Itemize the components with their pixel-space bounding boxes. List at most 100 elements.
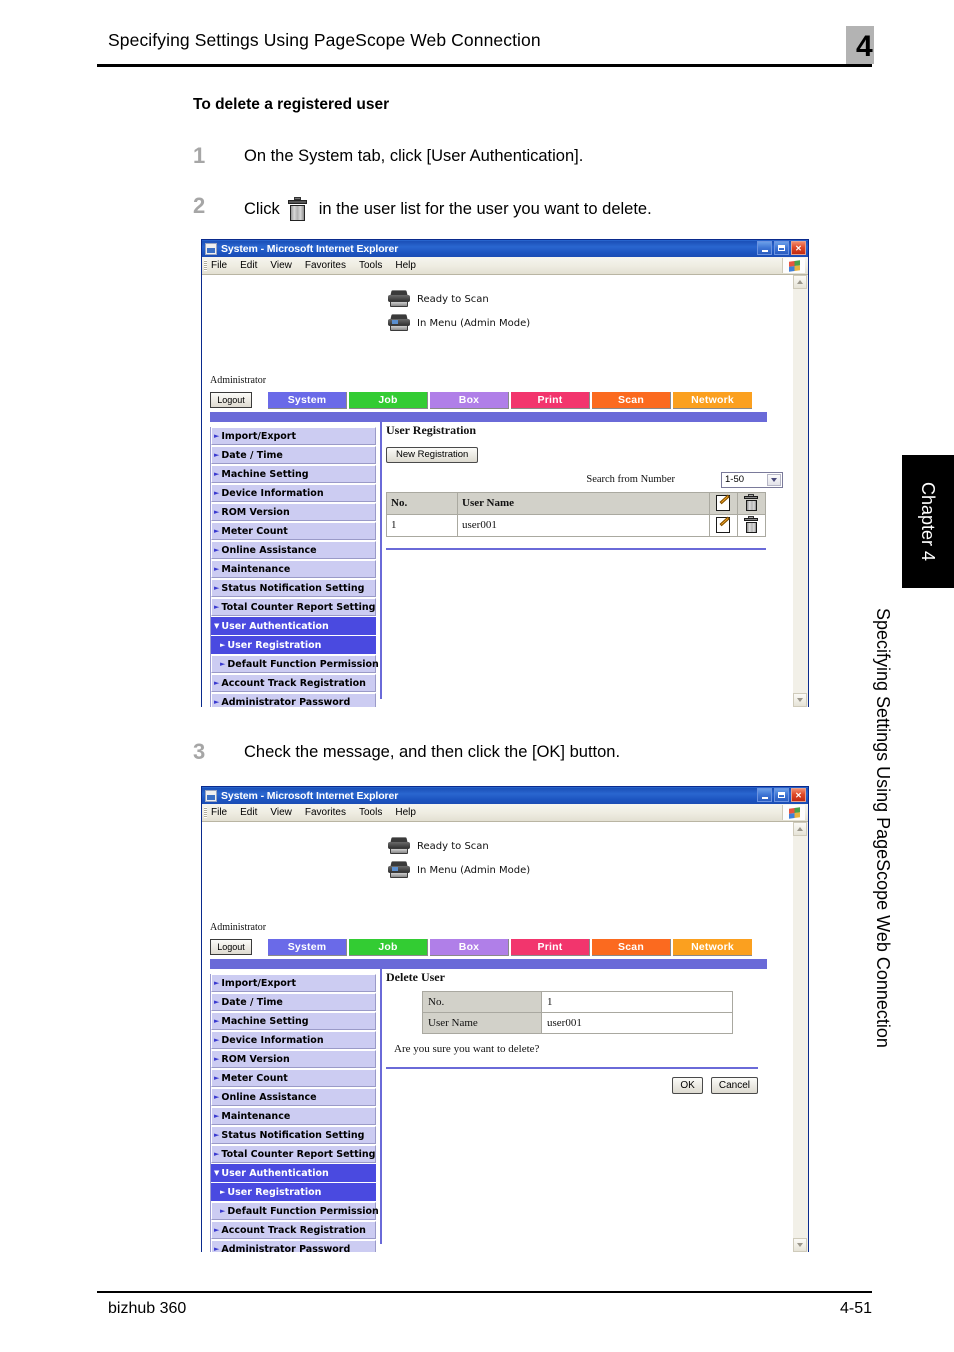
close-button[interactable]: ✕ <box>791 788 806 802</box>
edit-icon[interactable] <box>715 516 732 534</box>
scroll-down-icon[interactable] <box>793 1238 807 1252</box>
tab-scan[interactable]: Scan <box>592 939 671 956</box>
maximize-button[interactable] <box>774 788 789 802</box>
sidebar-item-account-track-registration[interactable]: ► Account Track Registration <box>211 674 376 692</box>
tab-print[interactable]: Print <box>511 392 590 409</box>
sidebar-item-device-information[interactable]: ► Device Information <box>211 1031 376 1049</box>
sidebar-item-administrator-password[interactable]: ► Administrator Password <box>211 1240 376 1252</box>
tab-print[interactable]: Print <box>511 939 590 956</box>
ok-button[interactable]: OK <box>672 1077 703 1094</box>
status-row-menu: In Menu (Admin Mode) <box>387 860 530 880</box>
tab-box[interactable]: Box <box>430 939 509 956</box>
page-content: Ready to Scan In Menu (Admin Mode) Admin… <box>202 275 793 707</box>
chevron-right-icon: ► <box>214 1073 220 1082</box>
maximize-button[interactable] <box>774 241 789 255</box>
sidebar-item-default-function-permission[interactable]: ► Default Function Permission <box>211 1202 379 1220</box>
sidebar-item-date-time[interactable]: ► Date / Time <box>211 446 376 464</box>
sidebar-item-label: Date / Time <box>221 449 283 461</box>
tab-system[interactable]: System <box>268 939 347 956</box>
sidebar-item-online-assistance[interactable]: ► Online Assistance <box>211 541 376 559</box>
close-button[interactable]: ✕ <box>791 241 806 255</box>
chevron-down-icon[interactable] <box>767 473 781 486</box>
menu-tools[interactable]: Tools <box>359 807 382 818</box>
cell-edit[interactable] <box>709 513 738 537</box>
scroll-up-icon[interactable] <box>793 275 807 289</box>
menu-tools[interactable]: Tools <box>359 260 382 271</box>
vertical-scrollbar[interactable] <box>792 822 808 1252</box>
sidebar-item-rom-version[interactable]: ► ROM Version <box>211 1050 376 1068</box>
device-status-block: Ready to Scan In Menu (Admin Mode) <box>387 289 530 337</box>
scroll-up-icon[interactable] <box>793 822 807 836</box>
sidebar-item-online-assistance[interactable]: ► Online Assistance <box>211 1088 376 1106</box>
scroll-down-icon[interactable] <box>793 693 807 707</box>
tab-box[interactable]: Box <box>430 392 509 409</box>
sidebar-item-total-counter-report-setting[interactable]: ► Total Counter Report Setting <box>211 598 376 616</box>
logout-button[interactable]: Logout <box>210 939 252 955</box>
sidebar-item-meter-count[interactable]: ► Meter Count <box>211 1069 376 1087</box>
device-status-block: Ready to Scan In Menu (Admin Mode) <box>387 836 530 884</box>
sidebar-item-rom-version[interactable]: ► ROM Version <box>211 503 376 521</box>
sidebar-item-user-authentication[interactable]: ▼ User Authentication <box>211 1164 376 1182</box>
sidebar-item-import-export[interactable]: ► Import/Export <box>211 974 376 992</box>
sidebar-item-user-registration[interactable]: ► User Registration <box>211 1183 376 1201</box>
menu-view[interactable]: View <box>270 807 292 818</box>
new-registration-button[interactable]: New Registration <box>386 446 479 463</box>
menu-help[interactable]: Help <box>395 260 416 271</box>
sidebar-item-user-authentication[interactable]: ▼ User Authentication <box>211 617 376 635</box>
sidebar-item-meter-count[interactable]: ► Meter Count <box>211 522 376 540</box>
chevron-right-icon: ► <box>214 1225 220 1234</box>
cell-no: 1 <box>386 513 458 537</box>
chevron-right-icon: ► <box>214 602 220 611</box>
sidebar-item-user-registration[interactable]: ► User Registration <box>211 636 376 654</box>
sidebar-item-maintenance[interactable]: ► Maintenance <box>211 560 376 578</box>
sidebar-item-maintenance[interactable]: ► Maintenance <box>211 1107 376 1125</box>
menu-file[interactable]: File <box>211 260 227 271</box>
menu-favorites[interactable]: Favorites <box>305 807 346 818</box>
sidebar-item-machine-setting[interactable]: ► Machine Setting <box>211 1012 376 1030</box>
vertical-scrollbar[interactable] <box>792 275 808 707</box>
cancel-button[interactable]: Cancel <box>710 1077 758 1094</box>
sidebar-item-total-counter-report-setting[interactable]: ► Total Counter Report Setting <box>211 1145 376 1163</box>
step-1-text: On the System tab, click [User Authentic… <box>244 147 584 165</box>
menu-help[interactable]: Help <box>395 807 416 818</box>
menu-view[interactable]: View <box>270 260 292 271</box>
sidebar-item-default-function-permission[interactable]: ► Default Function Permission <box>211 655 379 673</box>
panel-title: User Registration <box>386 423 477 437</box>
tab-network[interactable]: Network <box>673 939 752 956</box>
sidebar-item-status-notification-setting[interactable]: ► Status Notification Setting <box>211 1126 376 1144</box>
logout-button[interactable]: Logout <box>210 392 252 408</box>
status-row-menu: In Menu (Admin Mode) <box>387 313 530 333</box>
minimize-button[interactable] <box>757 788 772 802</box>
sidebar-item-administrator-password[interactable]: ► Administrator Password <box>211 693 376 707</box>
tab-network[interactable]: Network <box>673 392 752 409</box>
menu-file[interactable]: File <box>211 807 227 818</box>
sidebar-item-label: Status Notification Setting <box>221 582 365 594</box>
delete-icon[interactable] <box>743 516 760 534</box>
sidebar-item-import-export[interactable]: ► Import/Export <box>211 427 376 445</box>
chevron-down-icon: ▼ <box>214 621 220 630</box>
tab-job[interactable]: Job <box>349 392 428 409</box>
minimize-button[interactable] <box>757 241 772 255</box>
sidebar-item-machine-setting[interactable]: ► Machine Setting <box>211 465 376 483</box>
browser-viewport: Ready to Scan In Menu (Admin Mode) Admin… <box>202 822 808 1252</box>
search-range-select[interactable]: 1-50 <box>721 471 783 488</box>
section-heading: To delete a registered user <box>193 96 390 113</box>
sidebar-item-device-information[interactable]: ► Device Information <box>211 484 376 502</box>
menu-favorites[interactable]: Favorites <box>305 260 346 271</box>
tab-job[interactable]: Job <box>349 939 428 956</box>
cell-delete[interactable] <box>737 513 766 537</box>
chevron-right-icon: ► <box>214 1244 220 1252</box>
sidebar-item-date-time[interactable]: ► Date / Time <box>211 993 376 1011</box>
window-title: System - Microsoft Internet Explorer <box>221 789 399 802</box>
sidebar-item-label: Meter Count <box>221 1072 288 1084</box>
table-header-row: No. User Name <box>386 491 766 515</box>
menu-edit[interactable]: Edit <box>240 807 257 818</box>
sidebar-item-label: User Registration <box>227 1186 322 1198</box>
sidebar-item-account-track-registration[interactable]: ► Account Track Registration <box>211 1221 376 1239</box>
printer-icon <box>387 314 411 332</box>
sidebar-item-status-notification-setting[interactable]: ► Status Notification Setting <box>211 579 376 597</box>
page-header: Specifying Settings Using PageScope Web … <box>97 28 872 68</box>
tab-scan[interactable]: Scan <box>592 392 671 409</box>
tab-system[interactable]: System <box>268 392 347 409</box>
menu-edit[interactable]: Edit <box>240 260 257 271</box>
